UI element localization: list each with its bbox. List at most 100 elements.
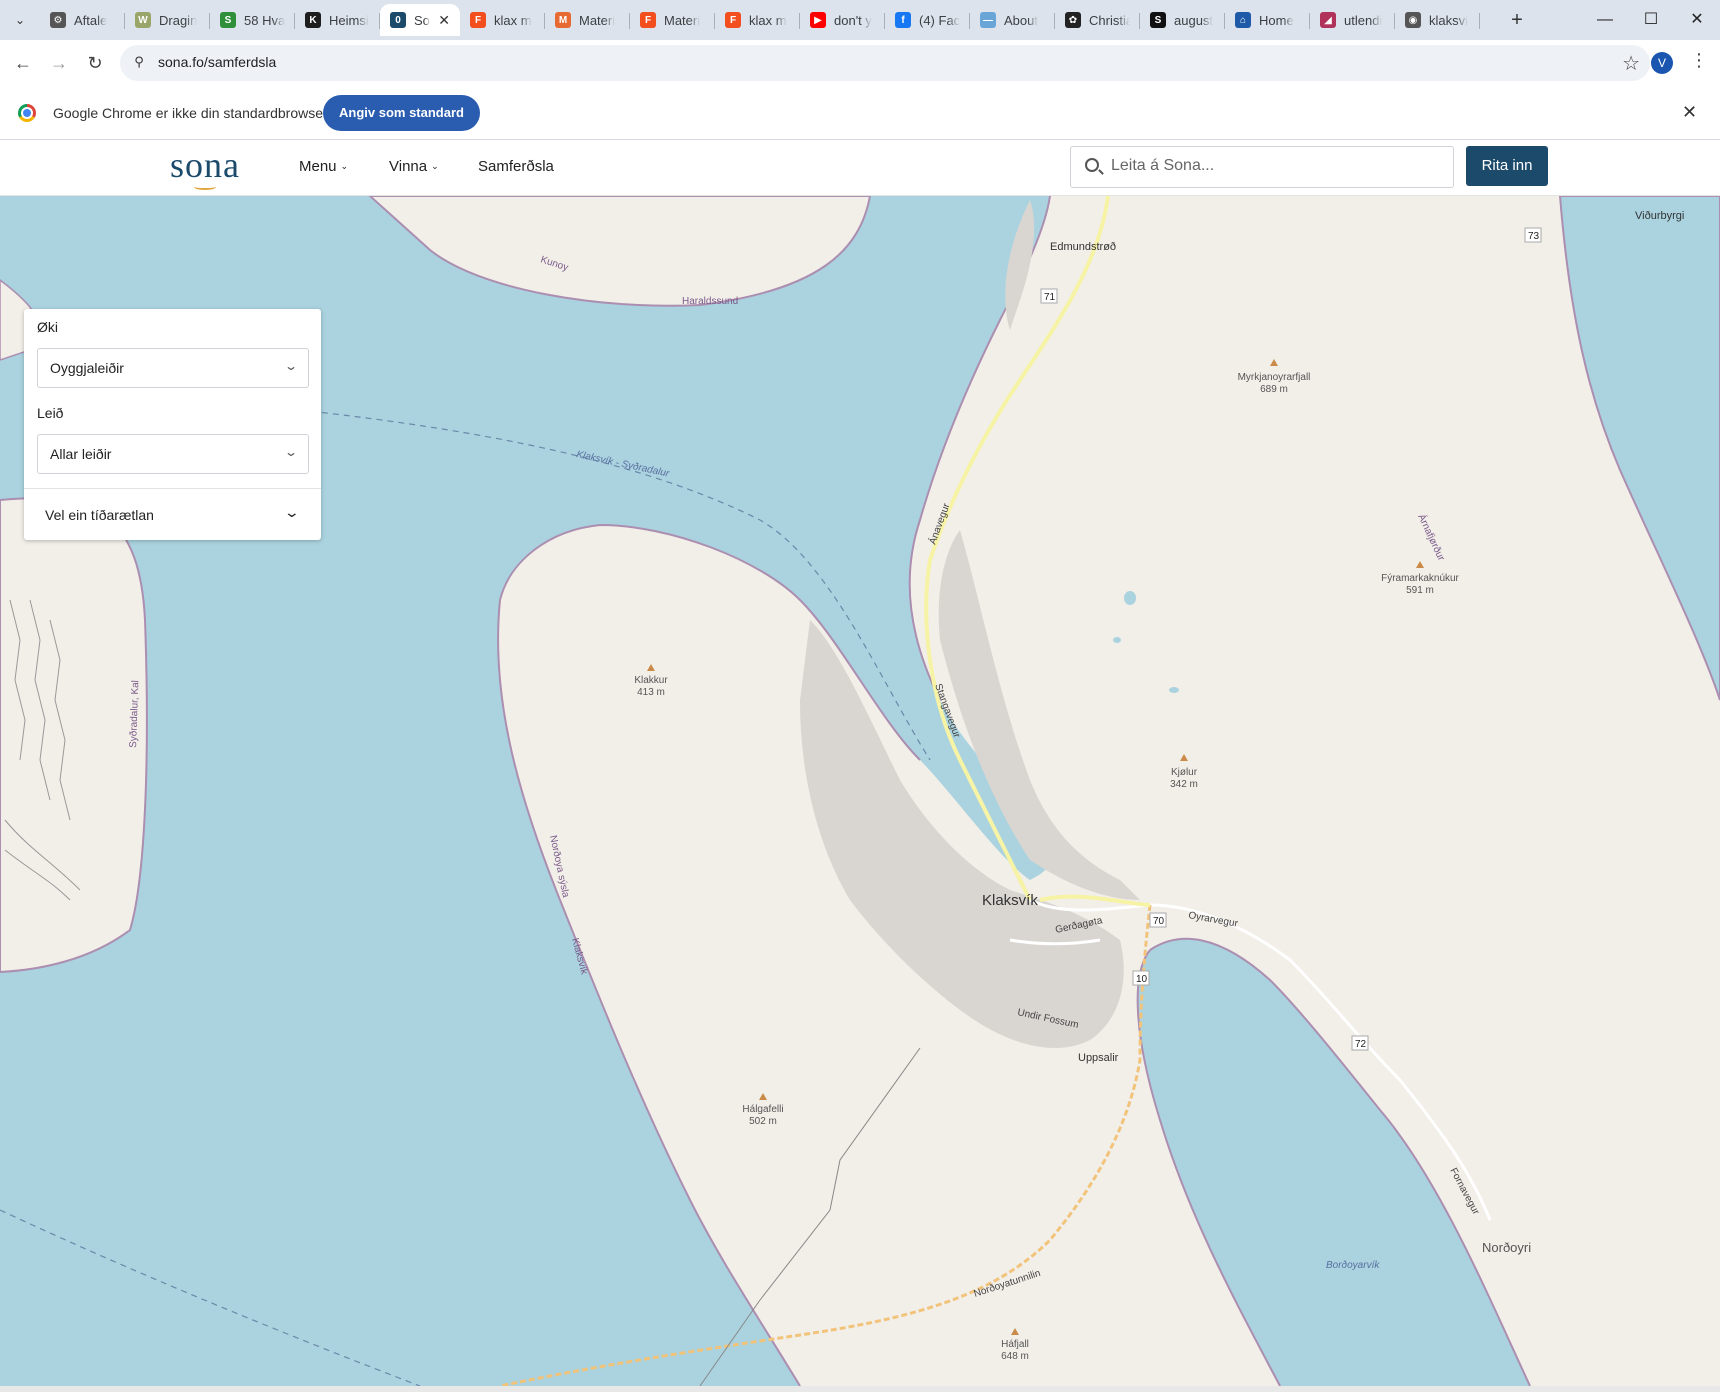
- close-window-button[interactable]: ✕: [1674, 6, 1720, 34]
- set-default-button[interactable]: Angiv som standard: [323, 95, 480, 131]
- panel-divider: [24, 488, 321, 489]
- tab-title: So: [414, 12, 430, 28]
- forward-arrow-icon[interactable]: →: [46, 50, 72, 76]
- chrome-menu-icon[interactable]: ⋮: [1690, 50, 1708, 71]
- chevron-down-icon: ⌄: [283, 359, 299, 373]
- peak-name: Hálgafelli: [742, 1104, 783, 1115]
- road-number: 10: [1136, 974, 1148, 985]
- tab-title: About: [1004, 12, 1038, 28]
- chrome-logo-icon: [18, 104, 36, 122]
- browser-tab[interactable]: ⚙ Aftale: [40, 4, 125, 36]
- region-label: Syðradalur, Kal: [127, 680, 141, 748]
- url-text[interactable]: sona.fo/samferdsla: [158, 54, 276, 70]
- login-button[interactable]: Rita inn: [1466, 146, 1548, 186]
- peak-name: Kjølur: [1171, 767, 1198, 778]
- wheel-icon: ✿: [1065, 12, 1081, 28]
- peak-name: Fýramarkaknúkur: [1381, 573, 1459, 584]
- nav-vinna[interactable]: Vinna ⌄: [389, 158, 439, 175]
- browser-tab[interactable]: S 58 Hva: [210, 4, 295, 36]
- nav-menu-label: Menu: [299, 158, 337, 175]
- road-number: 72: [1355, 1039, 1367, 1050]
- browser-tab[interactable]: ◉ klaksvi: [1395, 4, 1480, 36]
- globe-icon: ◉: [1405, 12, 1421, 28]
- route-select[interactable]: Allar leiðir ⌄: [37, 434, 309, 474]
- tab-search-chevron-icon[interactable]: ⌄: [8, 8, 32, 32]
- browser-tab[interactable]: ◢ utlendi: [1310, 4, 1395, 36]
- minimize-button[interactable]: —: [1582, 6, 1628, 34]
- youtube-icon: ▶: [810, 12, 826, 28]
- material-icon: M: [555, 12, 571, 28]
- road-number: 70: [1153, 916, 1165, 927]
- figma-icon: F: [470, 12, 486, 28]
- address-bar[interactable]: ⚲ sona.fo/samferdsla ☆: [120, 45, 1650, 81]
- search-icon: [1085, 158, 1099, 172]
- browser-tab[interactable]: Saugust: [1140, 4, 1225, 36]
- figma-icon: F: [725, 12, 741, 28]
- default-browser-infobar: Google Chrome er ikke din standardbrowse…: [0, 86, 1720, 140]
- tab-title: Christia: [1089, 12, 1130, 28]
- leaf-icon: S: [220, 12, 236, 28]
- infobar-message: Google Chrome er ikke din standardbrowse…: [53, 105, 328, 121]
- browser-tab[interactable]: ✿ Christia: [1055, 4, 1140, 36]
- nav-samferdsla-label: Samferðsla: [478, 158, 554, 175]
- route-filter-panel: Øki Oyggjaleiðir ⌄ Leið Allar leiðir ⌄ V…: [24, 309, 321, 540]
- site-search[interactable]: [1070, 146, 1454, 188]
- route-label: Leið: [37, 405, 64, 421]
- browser-tab[interactable]: f (4) Face: [885, 4, 970, 36]
- area-select[interactable]: Oyggjaleiðir ⌄: [37, 348, 309, 388]
- tab-title: Heimsi: [329, 12, 369, 28]
- browser-toolbar: ← → ↻ ⚲ sona.fo/samferdsla ☆ V ⋮: [0, 40, 1720, 86]
- site-info-icon[interactable]: ⚲: [130, 54, 148, 72]
- maximize-button[interactable]: ☐: [1628, 6, 1674, 34]
- browser-tab[interactable]: F Materi: [630, 4, 715, 36]
- profile-avatar[interactable]: V: [1651, 52, 1673, 74]
- place-edmundstrod: Edmundstrøð: [1050, 241, 1116, 253]
- water-label: Borðoyarvík: [1326, 1260, 1380, 1271]
- bookmark-star-icon[interactable]: ☆: [1622, 51, 1640, 76]
- peak-elev: 413 m: [637, 687, 665, 698]
- tab-list: ⚙ Aftale W Dragin S 58 Hva K Heimsi 0 So ✕ Fklax mM…: [40, 4, 1480, 36]
- facebook-icon: f: [895, 12, 911, 28]
- timetable-toggle[interactable]: Vel ein tíðarætlan: [45, 507, 154, 523]
- browser-tab[interactable]: Fklax m: [460, 4, 545, 36]
- chevron-down-icon: ⌄: [431, 161, 439, 171]
- place-klaksvik: Klaksvík: [982, 892, 1038, 909]
- peak-elev: 689 m: [1260, 384, 1288, 395]
- browser-tab[interactable]: — About: [970, 4, 1055, 36]
- k-icon: K: [305, 12, 321, 28]
- tab-title: klax m: [749, 12, 787, 28]
- area-select-value: Oyggjaleiðir: [50, 360, 124, 376]
- peak-elev: 648 m: [1001, 1351, 1029, 1362]
- logo-swoosh: [194, 184, 216, 190]
- tab-title: Aftale: [74, 12, 108, 28]
- tab-title: august: [1174, 12, 1214, 28]
- new-tab-button[interactable]: +: [1505, 8, 1529, 32]
- browser-tab[interactable]: 0 So ✕: [380, 4, 460, 36]
- sona-logo[interactable]: sona: [170, 144, 240, 190]
- search-input[interactable]: [1111, 157, 1431, 175]
- infobar-close-icon[interactable]: ✕: [1682, 102, 1697, 123]
- chevron-down-icon[interactable]: ⌄: [284, 504, 300, 521]
- browser-tab[interactable]: M Materi: [545, 4, 630, 36]
- browser-tab[interactable]: ⌂ Home: [1225, 4, 1310, 36]
- back-arrow-icon[interactable]: ←: [10, 50, 36, 76]
- close-tab-icon[interactable]: ✕: [438, 12, 450, 29]
- place-nordoyri: Norðoyri: [1482, 1240, 1531, 1255]
- place-uppsalir: Uppsalir: [1078, 1052, 1119, 1064]
- tab-title: Materi: [664, 12, 701, 28]
- peak-name: Klakkur: [634, 675, 668, 686]
- land-kalsoy: [0, 497, 148, 974]
- lake: [1169, 687, 1179, 693]
- area-label: Øki: [37, 319, 58, 335]
- tab-title: Materi: [579, 12, 616, 28]
- browser-tab[interactable]: ▶ don't y: [800, 4, 885, 36]
- nav-samferdsla[interactable]: Samferðsla: [478, 158, 554, 175]
- nav-menu[interactable]: Menu ⌄: [299, 158, 348, 175]
- browser-tab[interactable]: K Heimsi: [295, 4, 380, 36]
- route-select-value: Allar leiðir: [50, 446, 112, 462]
- drag-icon: W: [135, 12, 151, 28]
- reload-icon[interactable]: ↻: [82, 50, 108, 76]
- browser-tab[interactable]: Fklax m: [715, 4, 800, 36]
- place-vidurbyrgi: Viðurbyrgi: [1635, 210, 1684, 222]
- browser-tab[interactable]: W Dragin: [125, 4, 210, 36]
